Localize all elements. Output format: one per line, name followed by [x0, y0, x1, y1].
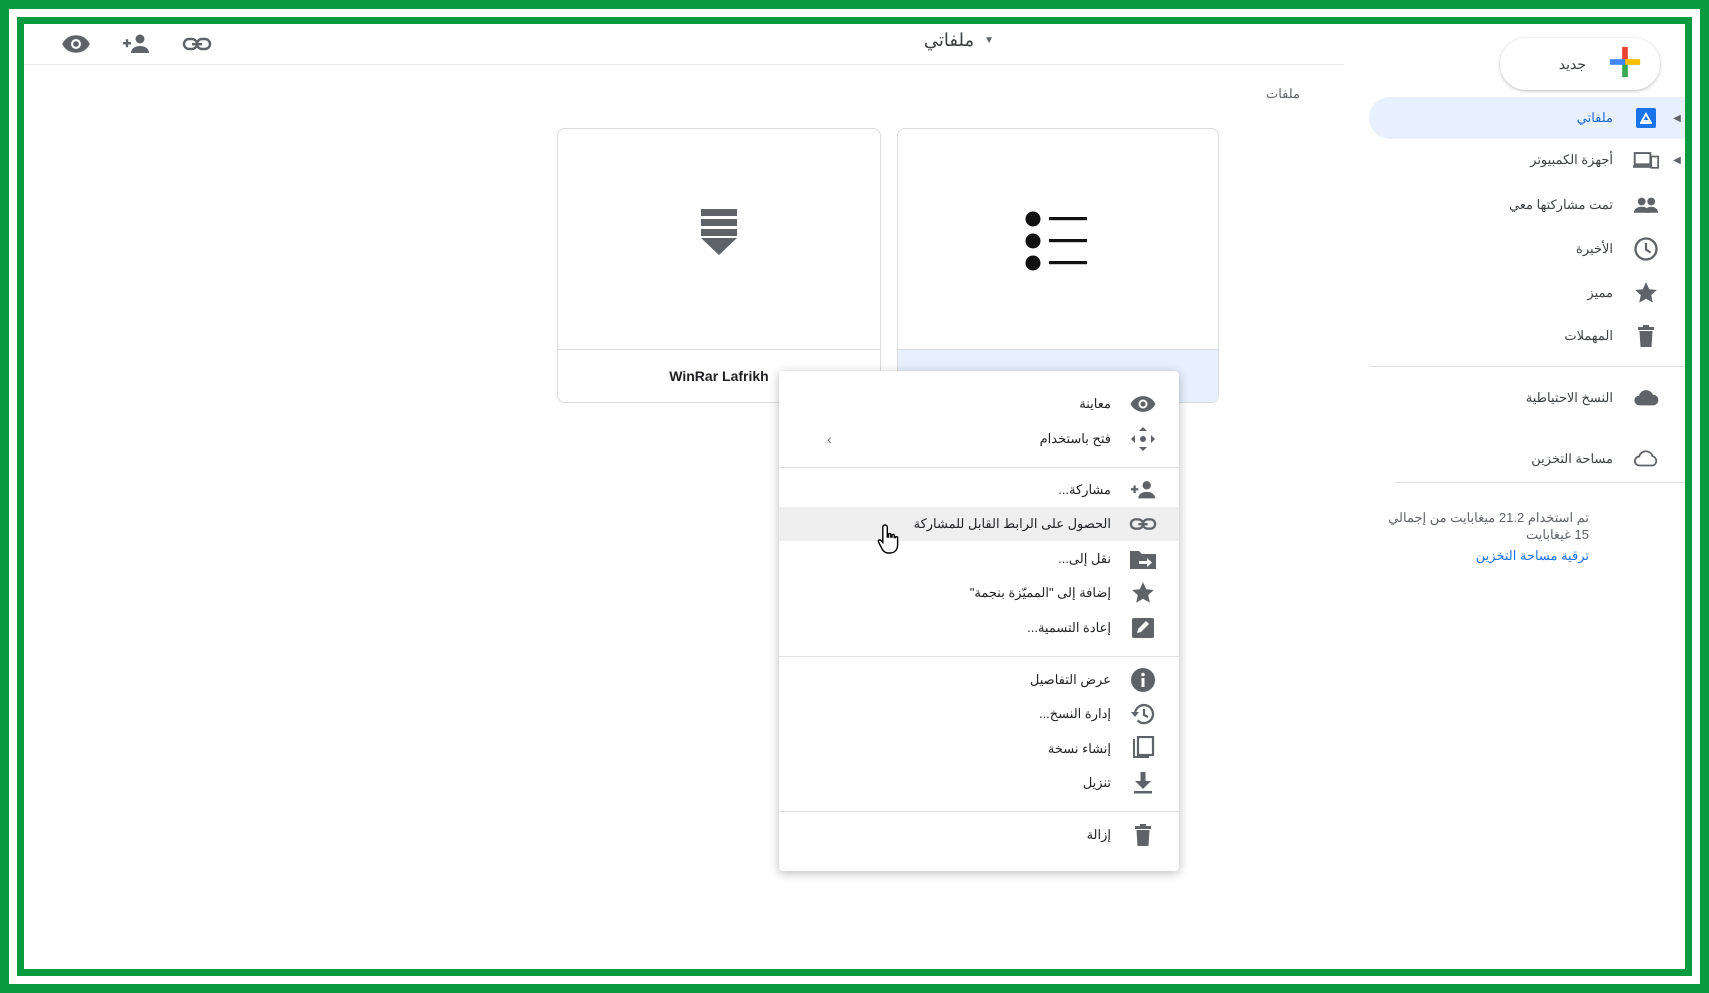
- menu-item-add-star[interactable]: إضافة إلى "المميّزة بنجمة": [779, 576, 1179, 610]
- sidebar-item-storage[interactable]: مساحة التخزين: [1369, 438, 1685, 480]
- sidebar-item-label: النسخ الاحتياطية: [1525, 390, 1613, 405]
- menu-divider: [779, 656, 1179, 657]
- upgrade-storage-link[interactable]: ترقية مساحة التخزين: [1476, 548, 1589, 564]
- rename-icon: [1129, 614, 1157, 642]
- info-icon: [1129, 666, 1157, 694]
- star-icon: [1633, 280, 1659, 306]
- top-toolbar: ▼ ملفاتي: [24, 24, 1344, 65]
- menu-item-move-to[interactable]: نقل إلى...: [779, 542, 1179, 576]
- menu-item-label: فتح باستخدام: [1039, 431, 1111, 446]
- menu-item-remove[interactable]: إزالة: [779, 818, 1179, 852]
- sidebar: جديد ملفاتي ◀ أجهزة الكمبيوتر ◀ تمت مشار…: [1355, 24, 1685, 969]
- menu-item-get-link[interactable]: الحصول على الرابط القابل للمشاركة: [779, 507, 1179, 541]
- menu-item-open-with[interactable]: ‹ فتح باستخدام: [779, 422, 1179, 456]
- drive-screen: ▼ ملفاتي جديد ملفاتي ◀ أجهزة الكمبيوتر ◀: [24, 24, 1685, 969]
- move-icon: [1129, 425, 1157, 453]
- menu-item-label: معاينة: [1079, 396, 1111, 411]
- expand-arrow-icon[interactable]: ◀: [1669, 113, 1685, 124]
- context-menu: معاينة ‹ فتح باستخدام مشاركة... الحصول ع…: [779, 371, 1179, 871]
- chevron-down-icon: ▼: [984, 35, 994, 46]
- file-card-winrar[interactable]: WinRar Lafrikh: [557, 128, 881, 403]
- download-icon: [1129, 769, 1157, 797]
- sidebar-item-recent[interactable]: الأخيرة: [1369, 228, 1685, 270]
- menu-divider: [779, 467, 1179, 468]
- people-icon: [1633, 192, 1659, 218]
- menu-item-label: نقل إلى...: [1058, 551, 1111, 566]
- link-icon: [1129, 510, 1157, 538]
- menu-item-label: تنزيل: [1082, 775, 1111, 790]
- clock-icon: [1633, 236, 1659, 262]
- star-icon: [1129, 579, 1157, 607]
- sidebar-item-starred[interactable]: مميز: [1369, 272, 1685, 314]
- archive-icon: [558, 207, 880, 257]
- menu-item-preview[interactable]: معاينة: [779, 387, 1179, 421]
- computer-icon: [1633, 147, 1659, 173]
- sidebar-divider: [1369, 366, 1685, 367]
- eye-icon[interactable]: [59, 32, 93, 56]
- sidebar-item-shared-with-me[interactable]: تمت مشاركتها معي: [1369, 184, 1685, 226]
- new-button[interactable]: جديد: [1500, 38, 1660, 90]
- menu-item-download[interactable]: تنزيل: [779, 766, 1179, 800]
- drive-icon: [1633, 105, 1659, 131]
- file-card-ebook[interactable]: Recommended Ebook: [897, 128, 1219, 403]
- menu-item-manage-versions[interactable]: إدارة النسخ...: [779, 697, 1179, 731]
- section-label-files: ملفات: [1265, 86, 1300, 101]
- sidebar-item-label: مساحة التخزين: [1531, 451, 1613, 466]
- new-button-label: جديد: [1558, 55, 1586, 72]
- link-icon[interactable]: [180, 32, 214, 56]
- add-person-icon[interactable]: [119, 32, 153, 56]
- menu-item-make-copy[interactable]: إنشاء نسخة: [779, 732, 1179, 766]
- menu-divider: [779, 811, 1179, 812]
- copy-icon: [1129, 735, 1157, 763]
- menu-item-rename[interactable]: إعادة التسمية...: [779, 611, 1179, 645]
- menu-item-label: إضافة إلى "المميّزة بنجمة": [969, 585, 1111, 600]
- sidebar-item-backups[interactable]: النسخ الاحتياطية: [1369, 377, 1685, 419]
- sidebar-item-label: المهملات: [1564, 328, 1613, 343]
- breadcrumb[interactable]: ▼ ملفاتي: [924, 30, 994, 51]
- cloud-filled-icon: [1633, 385, 1659, 411]
- sidebar-item-trash[interactable]: المهملات: [1369, 315, 1685, 357]
- folder-move-icon: [1129, 545, 1157, 573]
- hand-cursor-icon: [876, 523, 902, 560]
- cloud-outline-icon: [1633, 446, 1659, 472]
- history-icon: [1129, 700, 1157, 728]
- plus-icon: [1608, 45, 1642, 84]
- menu-item-details[interactable]: عرض التفاصيل: [779, 663, 1179, 697]
- sidebar-item-label: أجهزة الكمبيوتر: [1530, 152, 1613, 167]
- menu-item-label: إعادة التسمية...: [1027, 620, 1111, 635]
- menu-item-label: الحصول على الرابط القابل للمشاركة: [913, 516, 1111, 531]
- trash-icon: [1633, 323, 1659, 349]
- sidebar-item-label: مميز: [1587, 285, 1613, 300]
- menu-item-label: مشاركة...: [1058, 482, 1111, 497]
- menu-item-share[interactable]: مشاركة...: [779, 473, 1179, 507]
- sidebar-item-my-drive[interactable]: ملفاتي ◀: [1369, 97, 1685, 139]
- chevron-left-icon: ‹: [827, 431, 832, 447]
- menu-item-label: إزالة: [1086, 827, 1111, 842]
- menu-item-label: إدارة النسخ...: [1038, 706, 1111, 721]
- eye-icon: [1129, 390, 1157, 418]
- sidebar-item-label: ملفاتي: [1576, 110, 1613, 125]
- breadcrumb-label: ملفاتي: [923, 30, 975, 50]
- sidebar-item-label: الأخيرة: [1576, 241, 1613, 256]
- storage-divider: [1395, 482, 1685, 483]
- menu-item-label: إنشاء نسخة: [1047, 741, 1111, 756]
- list-icon: [898, 211, 1218, 271]
- trash-icon: [1129, 821, 1157, 849]
- menu-item-label: عرض التفاصيل: [1029, 672, 1111, 687]
- add-person-icon: [1129, 476, 1157, 504]
- sidebar-item-computers[interactable]: أجهزة الكمبيوتر ◀: [1369, 139, 1685, 181]
- expand-arrow-icon[interactable]: ◀: [1669, 155, 1685, 166]
- sidebar-item-label: تمت مشاركتها معي: [1508, 197, 1613, 212]
- storage-usage-text: تم استخدام 21.2 ميغابايت من إجمالي 15 غي…: [1388, 510, 1589, 542]
